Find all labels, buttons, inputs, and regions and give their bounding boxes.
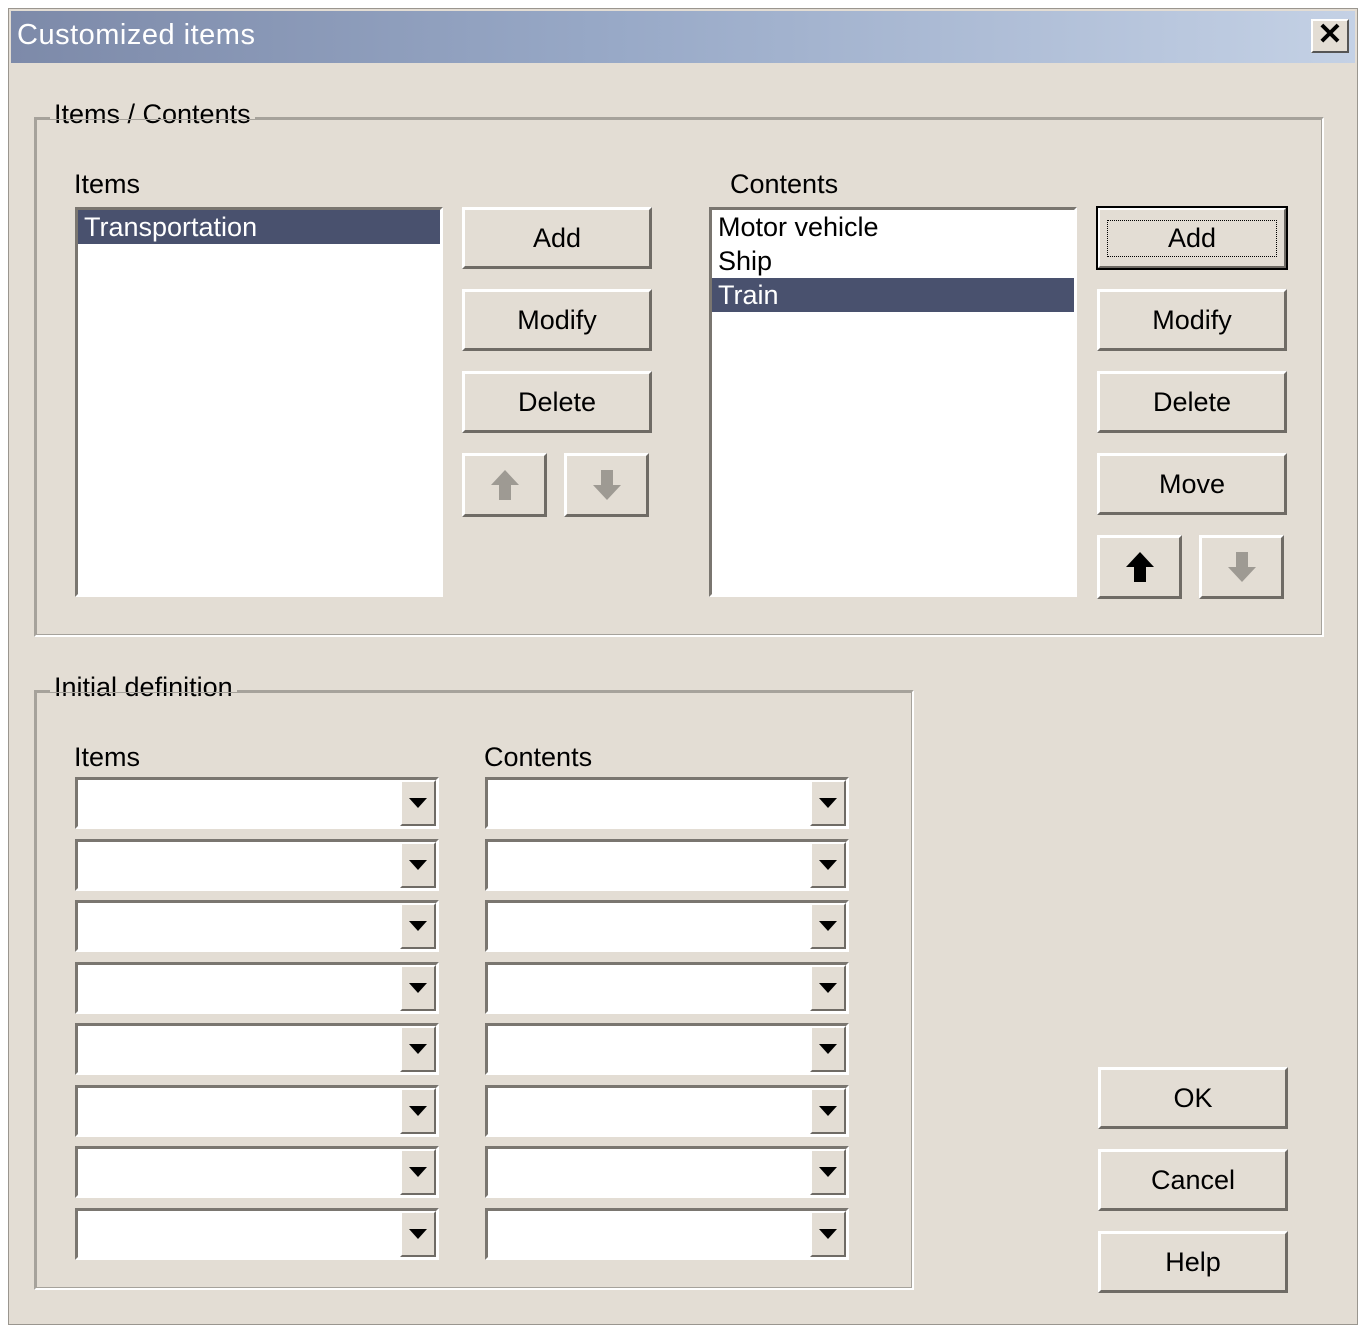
list-item[interactable]: Train [712,278,1074,312]
item-combobox[interactable] [75,777,439,829]
combobox-dropdown-button[interactable] [400,1149,436,1195]
chevron-down-icon [409,1167,427,1177]
items-contents-group: Items / Contents Items Transportation Ad… [34,99,1324,637]
content-combobox[interactable] [485,1207,849,1260]
chevron-down-icon [819,1228,837,1239]
combobox-dropdown-button[interactable] [400,903,436,949]
combobox-dropdown-button[interactable] [400,841,436,888]
contents-listbox[interactable]: Motor vehicle Ship Train [709,207,1077,597]
items-move-up-button[interactable] [462,453,547,517]
cancel-button[interactable]: Cancel [1098,1149,1288,1211]
arrow-up-icon [1125,552,1154,582]
content-combobox[interactable] [485,900,849,952]
initial-items-label: Items [74,742,141,772]
chevron-down-icon [409,921,427,931]
contents-add-button[interactable]: Add [1096,206,1288,270]
chevron-down-icon [819,1167,837,1177]
combobox-dropdown-button[interactable] [810,964,846,1011]
button-label: Add [532,222,582,253]
items-label: Items [74,169,141,199]
items-contents-legend: Items / Contents [50,99,255,130]
chevron-down-icon [409,798,427,808]
contents-delete-button[interactable]: Delete [1097,371,1287,433]
help-button[interactable]: Help [1098,1231,1288,1293]
contents-move-down-button[interactable] [1199,535,1284,599]
close-icon: ✕ [1317,18,1343,51]
arrow-down-icon [1227,552,1256,582]
content-combobox[interactable] [485,1146,849,1198]
close-button[interactable]: ✕ [1311,19,1349,53]
item-combobox[interactable] [75,838,439,891]
combobox-dropdown-button[interactable] [400,964,436,1011]
combobox-dropdown-button[interactable] [810,1087,846,1134]
contents-modify-button[interactable]: Modify [1097,289,1287,351]
chevron-down-icon [409,982,427,993]
initial-contents-label: Contents [484,742,593,772]
button-label: Delete [517,386,597,417]
items-listbox[interactable]: Transportation [75,207,443,597]
chevron-down-icon [409,859,427,870]
title-bar[interactable]: Customized items ✕ [11,11,1355,63]
combobox-dropdown-button[interactable] [400,1087,436,1134]
item-combobox[interactable] [75,1023,439,1075]
contents-move-button[interactable]: Move [1097,453,1287,515]
arrow-down-icon [592,470,621,500]
button-label: Move [1158,468,1226,499]
combobox-dropdown-button[interactable] [810,1026,846,1072]
button-label: Modify [517,304,597,335]
contents-label: Contents [730,169,839,199]
item-combobox[interactable] [75,961,439,1014]
items-delete-button[interactable]: Delete [462,371,652,433]
contents-move-up-button[interactable] [1097,535,1182,599]
item-combobox[interactable] [75,900,439,952]
initial-definition-group: Initial definition Items Contents [34,672,914,1290]
chevron-down-icon [819,1105,837,1116]
customized-items-dialog: Customized items ✕ Items / Contents Item… [8,8,1358,1325]
content-combobox[interactable] [485,777,849,829]
chevron-down-icon [819,982,837,993]
chevron-down-icon [819,1044,837,1054]
item-combobox[interactable] [75,1084,439,1137]
combobox-dropdown-button[interactable] [810,841,846,888]
content-combobox[interactable] [485,961,849,1014]
arrow-up-icon [490,470,519,500]
item-combobox[interactable] [75,1146,439,1198]
combobox-dropdown-button[interactable] [400,1210,436,1257]
combobox-dropdown-button[interactable] [400,1026,436,1072]
list-item[interactable]: Motor vehicle [712,210,1074,244]
button-label: Cancel [1150,1164,1236,1195]
button-label: Help [1165,1246,1221,1277]
content-combobox[interactable] [485,1084,849,1137]
items-move-down-button[interactable] [564,453,649,517]
items-modify-button[interactable]: Modify [462,289,652,351]
items-add-button[interactable]: Add [462,207,652,269]
chevron-down-icon [409,1044,427,1054]
chevron-down-icon [409,1228,427,1239]
list-item[interactable]: Ship [712,244,1074,278]
chevron-down-icon [819,859,837,870]
chevron-down-icon [819,798,837,808]
button-label: Delete [1152,386,1232,417]
window-title: Customized items [17,19,256,51]
chevron-down-icon [409,1105,427,1116]
content-combobox[interactable] [485,838,849,891]
combobox-dropdown-button[interactable] [810,1149,846,1195]
button-label: Modify [1152,304,1232,335]
initial-definition-legend: Initial definition [50,672,237,703]
combobox-dropdown-button[interactable] [400,780,436,826]
combobox-dropdown-button[interactable] [810,903,846,949]
button-label: OK [1173,1082,1213,1113]
combobox-dropdown-button[interactable] [810,1210,846,1257]
chevron-down-icon [819,921,837,931]
item-combobox[interactable] [75,1207,439,1260]
content-combobox[interactable] [485,1023,849,1075]
ok-button[interactable]: OK [1098,1067,1288,1129]
list-item[interactable]: Transportation [78,210,440,244]
combobox-dropdown-button[interactable] [810,780,846,826]
button-label: Add [1106,219,1278,257]
